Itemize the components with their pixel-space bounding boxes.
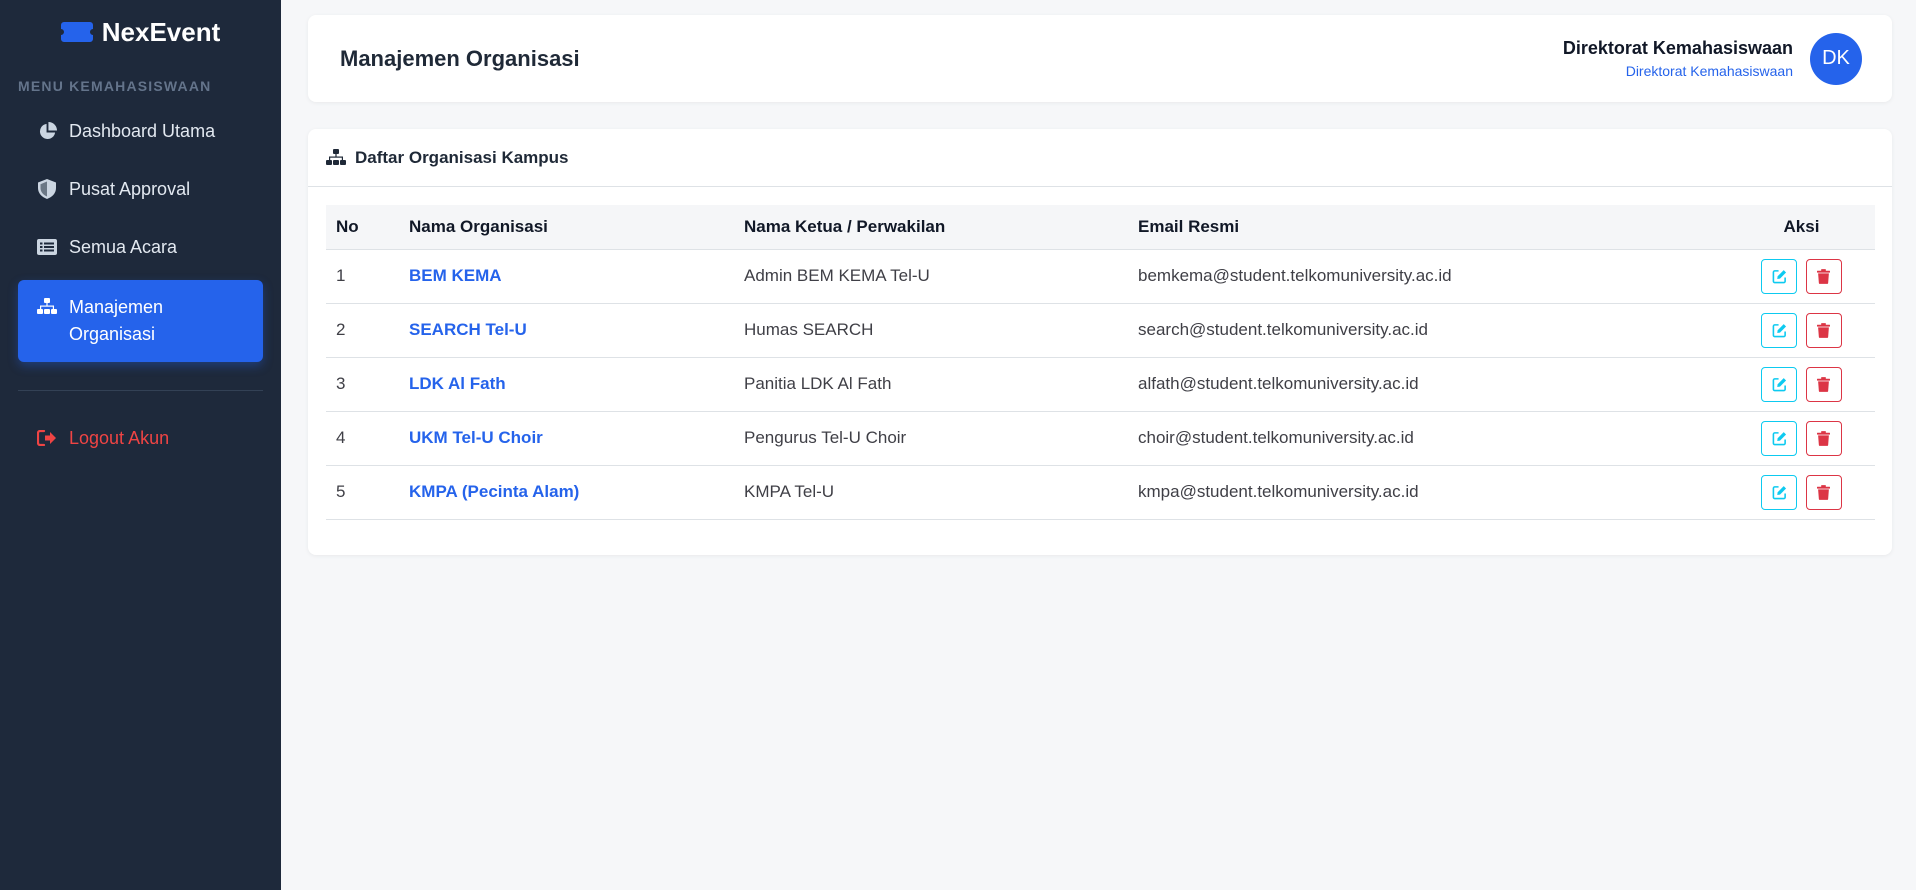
user-role: Direktorat Kemahasiswaan [1625, 63, 1793, 79]
row-actions [1728, 357, 1875, 412]
brand[interactable]: NexEvent [0, 0, 281, 64]
row-leader: Humas SEARCH [734, 303, 1128, 358]
list-icon [35, 235, 59, 259]
row-email: search@student.telkomuniversity.ac.id [1128, 303, 1728, 358]
logout-label: Logout Akun [69, 428, 170, 448]
row-no: 2 [326, 303, 399, 358]
main-content: Manajemen Organisasi Direktorat Kemahasi… [281, 0, 1916, 890]
column-header-leader[interactable]: Nama Ketua / Perwakilan [734, 205, 1128, 250]
row-email: kmpa@student.telkomuniversity.ac.id [1128, 465, 1728, 520]
card-title: Daftar Organisasi Kampus [355, 147, 569, 167]
column-header-actions: Aksi [1728, 205, 1875, 250]
brand-name: NexEvent [101, 16, 221, 47]
edit-icon [1772, 485, 1786, 499]
sidebar-item-approval[interactable]: Pusat Approval [18, 160, 263, 218]
edit-icon [1772, 269, 1786, 283]
org-name-link[interactable]: UKM Tel-U Choir [399, 411, 734, 466]
edit-icon [1772, 431, 1786, 445]
table-row: 3 LDK Al Fath Panitia LDK Al Fath alfath… [326, 357, 1875, 412]
shield-icon [35, 177, 59, 201]
page-title: Manajemen Organisasi [340, 45, 580, 71]
sidebar: NexEvent MENU KEMAHASISWAAN Dashboard Ut… [0, 0, 281, 890]
delete-button[interactable] [1805, 258, 1842, 294]
user-name: Direktorat Kemahasiswaan [1562, 38, 1793, 58]
row-actions [1728, 303, 1875, 358]
edit-button[interactable] [1761, 312, 1798, 348]
org-name-link[interactable]: LDK Al Fath [399, 357, 734, 412]
sidebar-item-label: Manajemen Organisasi [69, 297, 164, 344]
sidebar-item-label: Dashboard Utama [69, 121, 216, 141]
row-actions [1728, 411, 1875, 466]
ticket-icon [60, 22, 93, 42]
trash-icon [1817, 484, 1831, 500]
sidebar-item-organisasi[interactable]: Manajemen Organisasi [18, 280, 263, 362]
table-row: 4 UKM Tel-U Choir Pengurus Tel-U Choir c… [326, 411, 1875, 466]
delete-button[interactable] [1805, 366, 1842, 402]
logout-icon [35, 426, 59, 450]
table-row: 2 SEARCH Tel-U Humas SEARCH search@stude… [326, 303, 1875, 358]
user-info: Direktorat Kemahasiswaan Direktorat Kema… [1563, 38, 1793, 79]
row-leader: KMPA Tel-U [734, 465, 1128, 520]
table-row: 1 BEM KEMA Admin BEM KEMA Tel-U bemkema@… [326, 249, 1875, 304]
row-no: 3 [326, 357, 399, 412]
card-header: Daftar Organisasi Kampus [308, 129, 1892, 187]
trash-icon [1817, 322, 1831, 338]
column-header-no[interactable]: No [326, 205, 399, 250]
edit-button[interactable] [1761, 366, 1798, 402]
organization-card: Daftar Organisasi Kampus No Nama Organis… [308, 129, 1892, 555]
menu-heading: MENU KEMAHASISWAAN [18, 78, 212, 94]
org-name-link[interactable]: BEM KEMA [399, 249, 734, 304]
delete-button[interactable] [1805, 474, 1842, 510]
sidebar-item-dashboard[interactable]: Dashboard Utama [18, 102, 263, 160]
pie-chart-icon [35, 119, 59, 143]
topbar: Manajemen Organisasi Direktorat Kemahasi… [308, 15, 1892, 102]
edit-icon [1772, 323, 1786, 337]
trash-icon [1817, 268, 1831, 284]
row-email: bemkema@student.telkomuniversity.ac.id [1128, 249, 1728, 304]
sitemap-icon [35, 294, 59, 318]
table-row: 5 KMPA (Pecinta Alam) KMPA Tel-U kmpa@st… [326, 465, 1875, 520]
row-leader: Panitia LDK Al Fath [734, 357, 1128, 412]
row-no: 5 [326, 465, 399, 520]
column-header-name[interactable]: Nama Organisasi [399, 205, 734, 250]
user-profile[interactable]: Direktorat Kemahasiswaan Direktorat Kema… [1563, 32, 1862, 85]
row-email: alfath@student.telkomuniversity.ac.id [1128, 357, 1728, 412]
trash-icon [1817, 376, 1831, 392]
column-header-email[interactable]: Email Resmi [1128, 205, 1728, 250]
avatar[interactable]: DK [1810, 32, 1862, 85]
org-name-link[interactable]: SEARCH Tel-U [399, 303, 734, 358]
organization-table: No Nama Organisasi Nama Ketua / Perwakil… [326, 205, 1875, 520]
sidebar-item-label: Semua Acara [69, 237, 178, 257]
row-leader: Pengurus Tel-U Choir [734, 411, 1128, 466]
edit-button[interactable] [1761, 258, 1798, 294]
table-header-row: No Nama Organisasi Nama Ketua / Perwakil… [326, 205, 1875, 250]
table-wrapper: No Nama Organisasi Nama Ketua / Perwakil… [308, 187, 1892, 520]
row-no: 1 [326, 249, 399, 304]
row-leader: Admin BEM KEMA Tel-U [734, 249, 1128, 304]
trash-icon [1817, 430, 1831, 446]
edit-button[interactable] [1761, 420, 1798, 456]
sidebar-bottom-nav: Logout Akun [0, 409, 281, 467]
sidebar-nav: Dashboard Utama Pusat Approval Semua Aca… [0, 102, 281, 362]
edit-button[interactable] [1761, 474, 1798, 510]
row-email: choir@student.telkomuniversity.ac.id [1128, 411, 1728, 466]
row-no: 4 [326, 411, 399, 466]
sidebar-item-label: Pusat Approval [69, 179, 191, 199]
sidebar-divider [18, 390, 263, 391]
sidebar-item-events[interactable]: Semua Acara [18, 218, 263, 276]
delete-button[interactable] [1805, 420, 1842, 456]
sitemap-icon [326, 149, 346, 166]
edit-icon [1772, 377, 1786, 391]
logout-button[interactable]: Logout Akun [18, 409, 263, 467]
org-name-link[interactable]: KMPA (Pecinta Alam) [399, 465, 734, 520]
delete-button[interactable] [1805, 312, 1842, 348]
row-actions [1728, 249, 1875, 304]
row-actions [1728, 465, 1875, 520]
